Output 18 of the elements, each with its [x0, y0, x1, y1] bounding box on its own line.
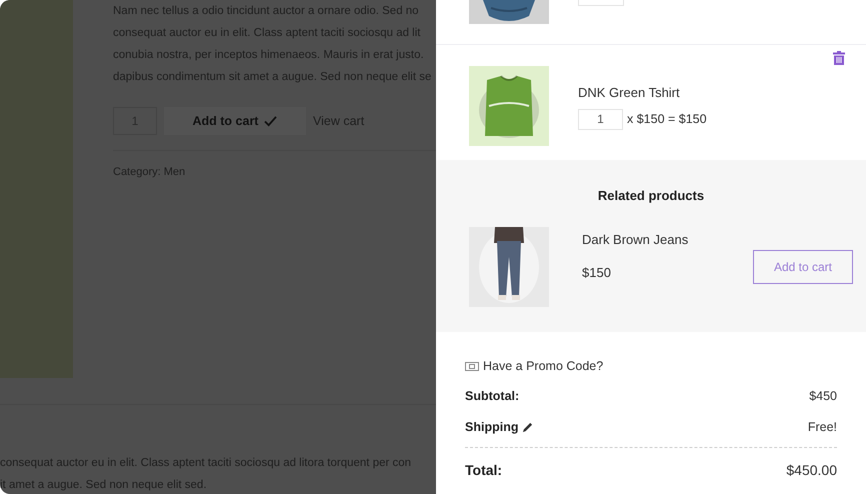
total-value: Free!: [808, 419, 837, 436]
product-price: $150: [582, 264, 612, 282]
total-label: Subtotal:: [465, 388, 520, 406]
total-value: $450: [809, 388, 837, 406]
product-name: Dark Brown Jeans: [582, 230, 688, 248]
add-to-cart-button[interactable]: Add to cart: [753, 250, 853, 284]
product-name: DNK Green Tshirt: [578, 84, 681, 102]
promo-code-link[interactable]: Have a Promo Code?: [483, 357, 604, 376]
pencil-icon[interactable]: [522, 422, 534, 434]
ticket-icon: [465, 362, 479, 371]
quantity-field[interactable]: 1: [578, 108, 623, 130]
trash-icon[interactable]: [833, 51, 845, 65]
total-value: $450.00: [786, 460, 837, 480]
section-title: Related products: [598, 187, 704, 205]
price-text: x $150 = $150: [627, 110, 707, 128]
add-to-cart-button[interactable]: Add to cart: [164, 107, 306, 135]
total-label: Shipping: [465, 419, 518, 436]
total-label: Total:: [465, 460, 502, 480]
